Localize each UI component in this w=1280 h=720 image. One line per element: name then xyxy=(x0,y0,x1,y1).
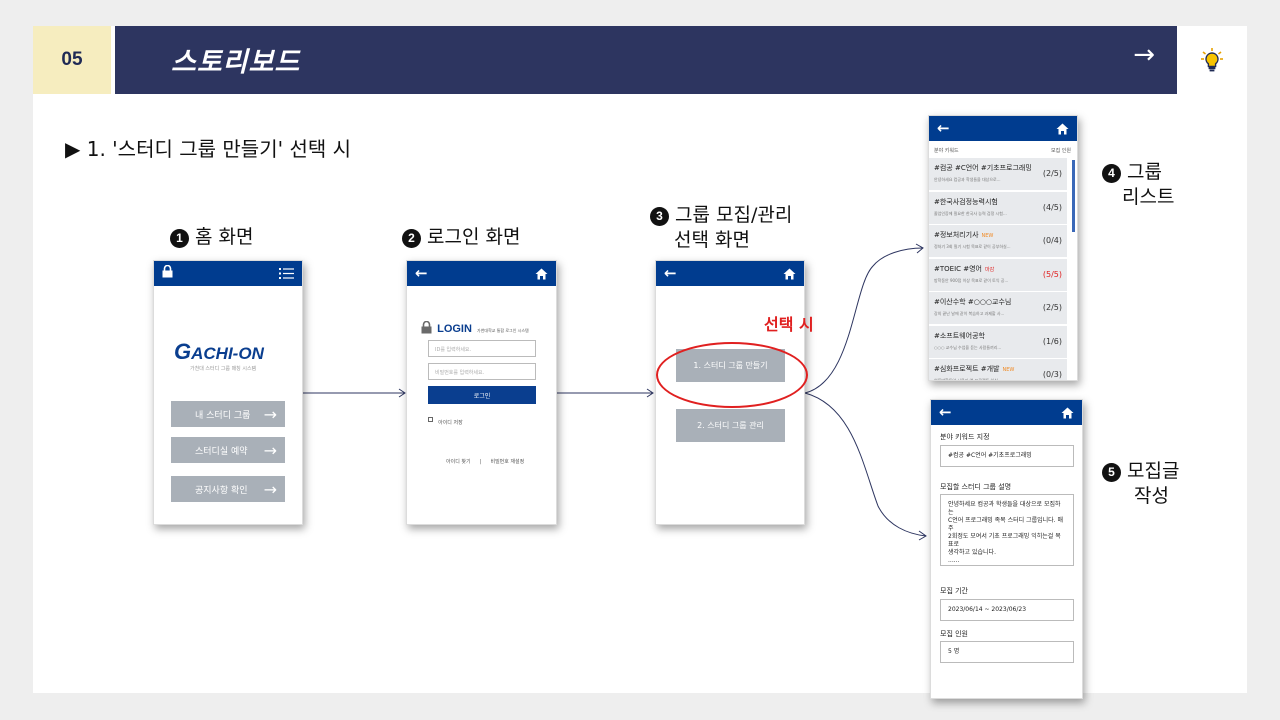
group-keyword-text: #소프트웨어공학 xyxy=(934,331,985,340)
group-keyword-text: #이산수학 #○○○교수님 xyxy=(934,298,1012,306)
group-keyword-text: #한국사검정능력시험 xyxy=(934,197,998,206)
group-keyword: #컴공 #C언어 #기초프로그래밍 xyxy=(934,163,1035,173)
back-arrow-icon[interactable]: ← xyxy=(937,119,950,137)
gachi-on-logo: GACHI-ON xyxy=(174,339,264,364)
group-member-count: (2/5) xyxy=(1042,169,1062,178)
period-input[interactable]: 2023/06/14 ~ 2023/06/23 xyxy=(940,599,1074,621)
login-button[interactable]: 로그인 xyxy=(428,386,536,404)
my-study-group-button[interactable]: 내 스터디 그룹 → xyxy=(171,401,285,427)
login-screen-phone: ← LOGIN 가천대학교 통합 로그인 시스템 ID를 입력하세요. 비밀번호… xyxy=(406,260,557,525)
save-id-checkbox[interactable]: 아이디 저장 xyxy=(428,409,463,428)
login-help-links: 아이디 찾기 | 비밀번호 재설정 xyxy=(446,459,525,465)
group-list-row[interactable]: #정보처리기사 NEW 정처기 3회 필기 시험 목표로 같이 공부하실... (0/… xyxy=(929,225,1067,257)
arrow-right-icon: → xyxy=(263,480,277,499)
home-icon[interactable] xyxy=(783,265,796,284)
members-label: 모집 인원 xyxy=(940,630,968,638)
group-description: 강의 끝난 날에 같이 복습하고 과제할 사... xyxy=(934,311,1005,316)
login-heading: LOGIN 가천대학교 통합 로그인 시스템 xyxy=(421,317,529,336)
group-keyword: #TOEIC #영어 마감 xyxy=(934,264,994,274)
select-top-bar: ← xyxy=(656,261,804,286)
group-keyword-text: #컴공 #C언어 #기초프로그래밍 xyxy=(934,164,1032,172)
selection-note: 선택 시 xyxy=(764,315,814,334)
arrow-select-to-list xyxy=(804,247,924,394)
members-input[interactable]: 5 명 xyxy=(940,641,1074,663)
find-id-link[interactable]: 아이디 찾기 xyxy=(446,459,471,465)
back-arrow-icon[interactable]: ← xyxy=(664,264,677,282)
col-members-header: 모집 인원 xyxy=(1051,148,1071,154)
home-top-bar xyxy=(154,261,302,286)
group-keyword: #이산수학 #○○○교수님 xyxy=(934,297,1014,307)
group-member-count: (0/3) xyxy=(1042,370,1062,379)
group-keyword: #정보처리기사 NEW xyxy=(934,230,993,240)
notice-check-button[interactable]: 공지사항 확인 → xyxy=(171,476,285,502)
id-input[interactable]: ID를 입력하세요. xyxy=(428,340,536,357)
col-keyword-header: 분야 키워드 xyxy=(934,148,959,154)
group-list-row[interactable]: #TOEIC #영어 마감방학동안 900점 이상 목표로 같이 토익 공... (… xyxy=(929,258,1067,291)
group-member-count: (2/5) xyxy=(1042,303,1062,312)
home-icon[interactable] xyxy=(1056,120,1069,139)
login-top-bar: ← xyxy=(407,261,556,286)
arrow-right-icon: → xyxy=(263,441,277,460)
group-description: ○○○ 교수님 수업을 듣는 사람들끼리... xyxy=(934,344,1002,350)
home-tagline: 가천대 스터디 그룹 매칭 시스템 xyxy=(190,366,257,372)
group-member-count: (4/5) xyxy=(1042,202,1062,212)
group-description: 정처기 3회 필기 시험 목표로 같이 공부하실... xyxy=(934,244,1011,249)
group-description: 안녕하세요 컴공과 학생들을 대상으로... xyxy=(934,177,1001,182)
group-member-count: (0/4) xyxy=(1042,236,1062,245)
group-keyword-text: #정보처리기사 xyxy=(934,231,979,239)
group-list-row[interactable]: #컴공 #C언어 #기초프로그래밍안녕하세요 컴공과 학생들을 대상으로... (… xyxy=(929,158,1067,190)
lock-icon[interactable] xyxy=(162,264,173,282)
group-member-count: (5/5) xyxy=(1042,269,1062,279)
menu-list-icon[interactable] xyxy=(279,265,294,284)
selection-highlight-ellipse xyxy=(656,342,808,408)
reset-password-link[interactable]: 비밀번호 재설정 xyxy=(490,459,524,465)
back-arrow-icon[interactable]: ← xyxy=(415,264,428,282)
group-keyword: #소프트웨어공학 xyxy=(934,331,988,341)
group-description: 방학동안 900점 이상 목표로 같이 토익 공... xyxy=(934,277,1009,283)
arrow-select-to-write xyxy=(804,392,927,537)
write-top-bar: ← xyxy=(931,400,1082,425)
group-status-badge: NEW xyxy=(981,233,994,239)
group-keyword-text: #TOEIC #영어 xyxy=(934,264,982,273)
password-input[interactable]: 비밀번호를 입력하세요. xyxy=(428,363,536,380)
group-list-row[interactable]: #한국사검정능력시험졸업인증에 필요한 한국사 능력 검정 시험... (4/5) xyxy=(929,191,1067,224)
group-list-row[interactable]: #소프트웨어공학 ○○○ 교수님 수업을 듣는 사람들끼리... (1/6) xyxy=(929,325,1067,358)
group-keyword: #한국사검정능력시험 xyxy=(934,197,1001,207)
slide: 05 스토리보드 → ▶ 1. '스터디 그룹 만들기' 선택 시 1홈 화면 … xyxy=(33,26,1247,699)
keyword-input[interactable]: #컴공 #C언어 #기초프로그래밍 xyxy=(940,445,1074,467)
group-list-row[interactable]: #심화프로젝트 #개발 NEW 여름방학동안 사용자 앱 프로젝트 하실... (0/… xyxy=(929,359,1067,381)
group-keyword: #심화프로젝트 #개발 NEW xyxy=(934,364,1014,374)
list-top-bar: ← xyxy=(929,116,1077,141)
group-description: 여름방학동안 사용자 앱 프로젝트 하실... xyxy=(934,378,1002,381)
group-list-row[interactable]: #이산수학 #○○○교수님강의 끝난 날에 같이 복습하고 과제할 사... (2… xyxy=(929,292,1067,324)
home-icon[interactable] xyxy=(1061,404,1074,423)
group-description: 졸업인증에 필요한 한국사 능력 검정 시험... xyxy=(934,210,1007,216)
back-arrow-icon[interactable]: ← xyxy=(939,403,952,421)
period-label: 모집 기간 xyxy=(940,587,968,595)
write-post-phone: ← 분야 키워드 지정 #컴공 #C언어 #기초프로그래밍 모집할 스터디 그룹… xyxy=(930,399,1083,699)
manage-study-group-button[interactable]: 2. 스터디 그룹 관리 xyxy=(676,409,785,442)
lock-icon xyxy=(421,320,432,334)
group-list-phone: ← 분야 키워드 모집 인원 #컴공 #C언어 #기초프로그래밍안녕하세요 컴공… xyxy=(928,115,1078,381)
list-scrollbar[interactable] xyxy=(1072,160,1075,232)
keyword-label: 분야 키워드 지정 xyxy=(940,433,990,441)
arrow-right-icon: → xyxy=(263,405,277,424)
group-status-badge: 마감 xyxy=(985,266,995,273)
group-keyword-text: #심화프로젝트 #개발 xyxy=(934,365,1000,373)
description-label: 모집할 스터디 그룹 설명 xyxy=(940,483,1012,491)
description-textarea[interactable]: 안녕하세요 컴공과 학생들을 대상으로 모집하는 C언어 프로그래밍 족목 스터… xyxy=(940,494,1074,566)
home-icon[interactable] xyxy=(535,265,548,284)
group-status-badge: NEW xyxy=(1002,367,1015,373)
group-member-count: (1/6) xyxy=(1042,336,1062,346)
home-screen-phone: GACHI-ON 가천대 스터디 그룹 매칭 시스템 내 스터디 그룹 → 스터디… xyxy=(153,260,303,525)
study-room-reservation-button[interactable]: 스터디실 예약 → xyxy=(171,437,285,463)
